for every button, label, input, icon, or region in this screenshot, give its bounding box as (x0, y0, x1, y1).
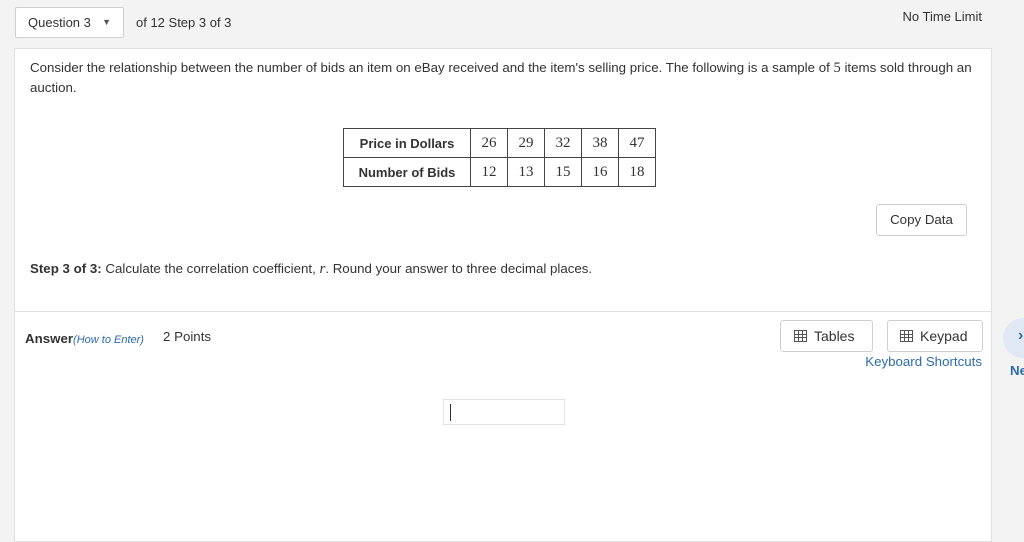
table-icon (794, 330, 807, 342)
next-label[interactable]: Ne (1010, 363, 1024, 378)
table-cell: 12 (470, 157, 508, 187)
points-label: 2 Points (163, 329, 212, 344)
chevron-down-icon: ▼ (102, 17, 111, 27)
question-selector[interactable]: Question 3 ▼ (15, 7, 124, 38)
table-cell: 18 (618, 157, 656, 187)
time-limit: No Time Limit (902, 9, 982, 24)
step-info: of 12 Step 3 of 3 (136, 15, 232, 30)
question-selector-label: Question 3 (28, 15, 91, 30)
question-prompt: Consider the relationship between the nu… (30, 58, 980, 98)
table-cell: 32 (544, 128, 582, 158)
table-cell: 15 (544, 157, 582, 187)
copy-data-button[interactable]: Copy Data (876, 204, 967, 236)
answer-label: Answer(How to Enter) (25, 331, 144, 346)
step-text-2: . Round your answer to three decimal pla… (325, 261, 593, 276)
keypad-icon (900, 330, 913, 342)
keypad-button-label: Keypad (920, 328, 968, 344)
keypad-button[interactable]: Keypad (887, 320, 983, 352)
table-cell: 26 (470, 128, 508, 158)
tables-button-label: Tables (814, 328, 855, 344)
how-to-enter-link[interactable]: (How to Enter) (73, 334, 144, 346)
keyboard-shortcuts-link[interactable]: Keyboard Shortcuts (865, 354, 982, 369)
question-panel: Consider the relationship between the nu… (14, 48, 992, 312)
top-bar: Question 3 ▼ of 12 Step 3 of 3 No Time L… (0, 0, 1024, 48)
step-text-1: Calculate the correlation coefficient, (101, 261, 320, 276)
table-cell: 47 (618, 128, 656, 158)
table-cell: 13 (507, 157, 545, 187)
answer-panel: Answer(How to Enter) 2 Points Tables Key… (14, 312, 992, 542)
table-cell: 16 (581, 157, 619, 187)
step-label: Step 3 of 3: (30, 261, 102, 276)
table-row: Number of Bids 12 13 15 16 18 (343, 157, 656, 187)
chevron-right-icon: › (1018, 327, 1024, 344)
answer-label-text: Answer (25, 331, 74, 346)
text-cursor (450, 404, 451, 421)
step-instruction: Step 3 of 3: Calculate the correlation c… (30, 261, 592, 278)
table-cell: 29 (507, 128, 545, 158)
row-label-price: Price in Dollars (343, 128, 471, 158)
table-cell: 38 (581, 128, 619, 158)
sample-size: 5 (833, 60, 841, 76)
row-label-bids: Number of Bids (343, 157, 471, 187)
data-table: Price in Dollars 26 29 32 38 47 Number o… (343, 128, 656, 187)
tables-button[interactable]: Tables (780, 320, 873, 352)
table-row: Price in Dollars 26 29 32 38 47 (343, 128, 656, 158)
answer-input[interactable] (443, 399, 565, 425)
prompt-text-1: Consider the relationship between the nu… (30, 60, 834, 75)
